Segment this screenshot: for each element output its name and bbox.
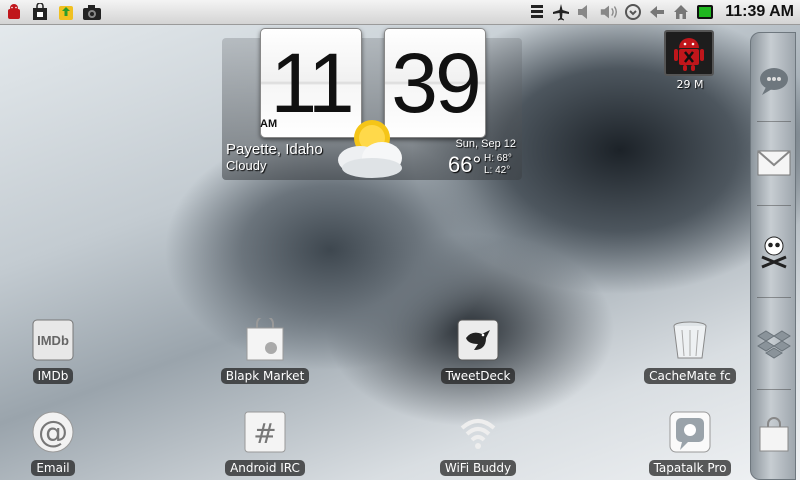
tapatalk-icon <box>666 408 714 456</box>
android-debug-icon <box>4 2 24 22</box>
task-killer-widget[interactable]: 29 M <box>664 30 716 91</box>
android-x-icon <box>664 30 714 76</box>
trash-can-icon <box>666 316 714 364</box>
clock-ampm: AM <box>260 118 278 130</box>
status-clock: 11:39 AM <box>725 3 794 20</box>
app-tweetdeck[interactable]: TweetDeck <box>423 316 533 388</box>
bird-icon <box>454 316 502 364</box>
market-bag-icon <box>30 2 50 22</box>
app-blapk-market[interactable]: Blapk Market <box>210 316 320 388</box>
partly-cloudy-icon <box>326 110 418 190</box>
home-icon[interactable] <box>671 2 691 22</box>
wifi-icon <box>454 408 502 456</box>
task-killer-memory: 29 M <box>676 78 704 91</box>
app-label: WiFi Buddy <box>439 460 517 476</box>
app-label: IMDb <box>32 368 74 384</box>
app-update-icon <box>56 2 76 22</box>
dock-divider <box>757 121 791 122</box>
volume-icon <box>599 2 619 22</box>
battery-icon <box>695 2 715 22</box>
chat-bubble-icon[interactable] <box>753 59 795 103</box>
status-bar[interactable]: 11:39 AM <box>0 0 800 25</box>
imdb-icon: IMDb <box>29 316 77 364</box>
skull-icon[interactable] <box>753 229 795 273</box>
airplane-icon <box>551 2 571 22</box>
sync-icon <box>623 2 643 22</box>
svg-text:@: @ <box>38 415 68 450</box>
dock-divider <box>757 205 791 206</box>
gmail-envelope-icon[interactable] <box>753 141 795 185</box>
weather-date: Sun, Sep 12 <box>455 138 516 150</box>
signal-bars-icon <box>527 2 547 22</box>
app-cachemate[interactable]: CacheMate fc <box>635 316 745 388</box>
app-tapatalk-pro[interactable]: Tapatalk Pro <box>635 408 745 480</box>
app-label: CacheMate fc <box>644 368 736 384</box>
weather-high: H: 68° <box>484 153 512 164</box>
svg-text:#: # <box>253 417 276 450</box>
market-bag-icon <box>241 316 289 364</box>
volume-mute-icon <box>575 2 595 22</box>
weather-temperature: 66° <box>448 152 482 177</box>
app-label: TweetDeck <box>440 368 516 384</box>
back-arrow-icon[interactable] <box>647 2 667 22</box>
dropbox-icon[interactable] <box>753 323 795 367</box>
app-label: Android IRC <box>225 460 305 476</box>
app-email[interactable]: @ Email <box>0 408 108 480</box>
app-label: Blapk Market <box>220 368 310 384</box>
side-dock[interactable] <box>750 32 796 480</box>
app-label: Tapatalk Pro <box>648 460 732 476</box>
weather-condition: Cloudy <box>226 158 267 173</box>
app-android-irc[interactable]: # Android IRC <box>210 408 320 480</box>
app-wifi-buddy[interactable]: WiFi Buddy <box>423 408 533 480</box>
hash-icon: # <box>241 408 289 456</box>
weather-city: Payette, Idaho <box>226 141 323 158</box>
svg-text:IMDb: IMDb <box>37 333 69 348</box>
app-imdb[interactable]: IMDb IMDb <box>0 316 108 388</box>
at-sign-icon: @ <box>29 408 77 456</box>
clock-weather-widget[interactable]: 11 39 AM Payette, Idaho Cloudy Sun, Sep … <box>222 28 522 180</box>
dock-divider <box>757 389 791 390</box>
dock-divider <box>757 297 791 298</box>
battery-fill <box>699 7 712 17</box>
weather-low: L: 42° <box>484 165 511 176</box>
app-label: Email <box>31 460 75 476</box>
camera-icon <box>82 2 102 22</box>
market-bag-icon[interactable] <box>753 413 795 457</box>
